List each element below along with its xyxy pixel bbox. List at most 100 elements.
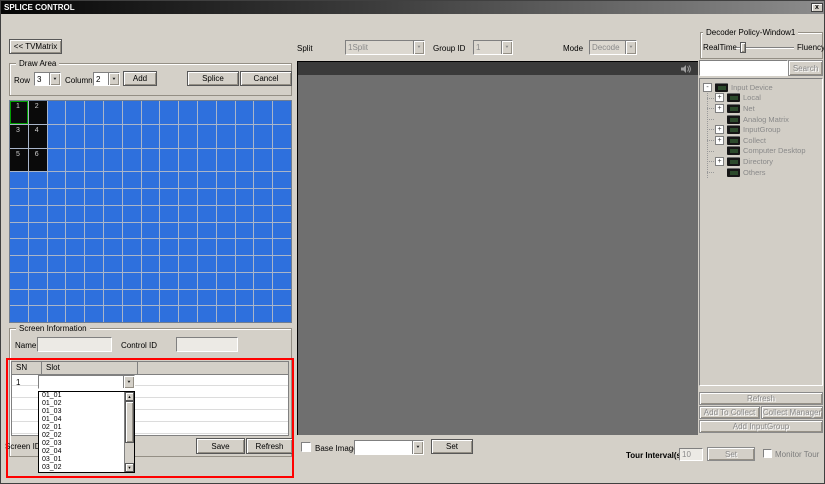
slot-option[interactable]: 01_04 bbox=[39, 416, 124, 424]
grid-cell[interactable] bbox=[103, 239, 122, 255]
grid-cell[interactable] bbox=[66, 101, 85, 124]
grid-cell[interactable] bbox=[273, 289, 291, 306]
grid-cell[interactable] bbox=[103, 256, 122, 272]
grid-cell[interactable] bbox=[28, 205, 47, 222]
grid-cell[interactable] bbox=[197, 222, 216, 239]
grid-cell[interactable] bbox=[160, 148, 179, 172]
grid-cell[interactable] bbox=[141, 124, 160, 148]
grid-cell[interactable] bbox=[254, 306, 273, 322]
grid-cell[interactable] bbox=[235, 189, 254, 205]
grid-cell[interactable] bbox=[66, 272, 85, 289]
grid-cell[interactable] bbox=[160, 205, 179, 222]
tree-item-computer-desktop[interactable]: Computer Desktop bbox=[700, 146, 822, 157]
scroll-down-icon[interactable]: ▼ bbox=[125, 463, 134, 472]
splice-button[interactable]: Splice bbox=[187, 71, 239, 86]
dropdown-scrollbar[interactable]: ▲ ▼ bbox=[124, 392, 134, 472]
grid-cell[interactable] bbox=[141, 256, 160, 272]
grid-cell[interactable] bbox=[254, 205, 273, 222]
grid-cell[interactable] bbox=[66, 239, 85, 255]
grid-cell[interactable] bbox=[47, 172, 66, 188]
grid-cell[interactable] bbox=[254, 222, 273, 239]
tree-refresh-button[interactable]: Refresh bbox=[699, 392, 823, 405]
grid-cell[interactable] bbox=[160, 239, 179, 255]
tree-item-inputgroup[interactable]: + InputGroup bbox=[700, 124, 822, 135]
grid-cell[interactable] bbox=[10, 189, 28, 205]
grid-cell[interactable] bbox=[197, 256, 216, 272]
grid-cell[interactable] bbox=[216, 189, 235, 205]
grid-cell[interactable] bbox=[235, 172, 254, 188]
tree-item-directory[interactable]: + Directory bbox=[700, 156, 822, 167]
grid-cell[interactable] bbox=[235, 205, 254, 222]
grid-cell[interactable] bbox=[179, 189, 197, 205]
grid-cell[interactable] bbox=[103, 306, 122, 322]
grid-cell[interactable] bbox=[160, 306, 179, 322]
grid-cell[interactable] bbox=[122, 272, 141, 289]
grid-cell[interactable] bbox=[235, 306, 254, 322]
speaker-icon[interactable] bbox=[681, 65, 692, 73]
tour-set-button[interactable]: Set bbox=[707, 447, 755, 461]
grid-cell[interactable]: 2 bbox=[28, 101, 47, 124]
grid-cell[interactable] bbox=[66, 124, 85, 148]
grid-cell[interactable] bbox=[273, 222, 291, 239]
grid-cell[interactable] bbox=[47, 239, 66, 255]
grid-cell[interactable] bbox=[10, 205, 28, 222]
chevron-down-icon[interactable] bbox=[49, 73, 60, 85]
expand-icon[interactable]: + bbox=[715, 125, 724, 135]
grid-cell[interactable] bbox=[197, 189, 216, 205]
grid-cell[interactable] bbox=[179, 148, 197, 172]
expand-icon[interactable]: + bbox=[715, 103, 724, 113]
column-spinner[interactable]: 2 bbox=[93, 72, 120, 86]
tour-interval-field[interactable] bbox=[679, 448, 703, 461]
grid-cell[interactable] bbox=[122, 222, 141, 239]
grid-cell[interactable] bbox=[122, 124, 141, 148]
chevron-down-icon[interactable] bbox=[108, 73, 119, 85]
grid-cell[interactable] bbox=[273, 148, 291, 172]
grid-cell[interactable]: 6 bbox=[28, 148, 47, 172]
grid-cell[interactable] bbox=[179, 272, 197, 289]
grid-cell[interactable] bbox=[197, 124, 216, 148]
grid-cell[interactable] bbox=[141, 306, 160, 322]
tvmatrix-button[interactable]: << TVMatrix bbox=[9, 39, 62, 54]
grid-cell[interactable] bbox=[141, 172, 160, 188]
grid-cell[interactable] bbox=[122, 101, 141, 124]
grid-cell[interactable] bbox=[273, 124, 291, 148]
grid-cell[interactable] bbox=[66, 172, 85, 188]
grid-cell[interactable] bbox=[122, 189, 141, 205]
grid-cell[interactable] bbox=[122, 289, 141, 306]
grid-cell[interactable] bbox=[122, 172, 141, 188]
base-image-checkbox[interactable] bbox=[301, 442, 311, 452]
base-image-set-button[interactable]: Set bbox=[431, 439, 473, 454]
grid-cell[interactable] bbox=[10, 289, 28, 306]
grid-cell[interactable] bbox=[28, 306, 47, 322]
grid-cell[interactable] bbox=[122, 148, 141, 172]
grid-cell[interactable] bbox=[85, 306, 103, 322]
grid-cell[interactable] bbox=[179, 172, 197, 188]
grid-cell[interactable] bbox=[85, 172, 103, 188]
grid-cell[interactable] bbox=[254, 189, 273, 205]
grid-cell[interactable] bbox=[235, 272, 254, 289]
grid-cell[interactable] bbox=[160, 256, 179, 272]
grid-cell[interactable] bbox=[103, 189, 122, 205]
grid-cell[interactable] bbox=[273, 101, 291, 124]
grid-cell[interactable] bbox=[216, 289, 235, 306]
grid-cell[interactable] bbox=[10, 222, 28, 239]
grid-cell[interactable] bbox=[179, 239, 197, 255]
grid-cell[interactable] bbox=[141, 205, 160, 222]
grid-cell[interactable] bbox=[85, 205, 103, 222]
grid-cell[interactable] bbox=[47, 101, 66, 124]
slot-option[interactable]: 02_04 bbox=[39, 448, 124, 456]
grid-cell[interactable] bbox=[235, 124, 254, 148]
video-display-area[interactable] bbox=[297, 61, 698, 435]
grid-cell[interactable] bbox=[235, 148, 254, 172]
name-field[interactable] bbox=[37, 337, 112, 352]
split-select[interactable]: 1Split bbox=[345, 40, 425, 55]
grid-cell[interactable] bbox=[254, 148, 273, 172]
grid-cell[interactable] bbox=[197, 239, 216, 255]
grid-cell[interactable] bbox=[179, 306, 197, 322]
close-icon[interactable]: x bbox=[811, 3, 823, 12]
grid-cell[interactable] bbox=[47, 272, 66, 289]
grid-cell[interactable] bbox=[273, 172, 291, 188]
grid-cell[interactable] bbox=[141, 189, 160, 205]
grid-cell[interactable] bbox=[141, 222, 160, 239]
grid-cell[interactable] bbox=[160, 272, 179, 289]
